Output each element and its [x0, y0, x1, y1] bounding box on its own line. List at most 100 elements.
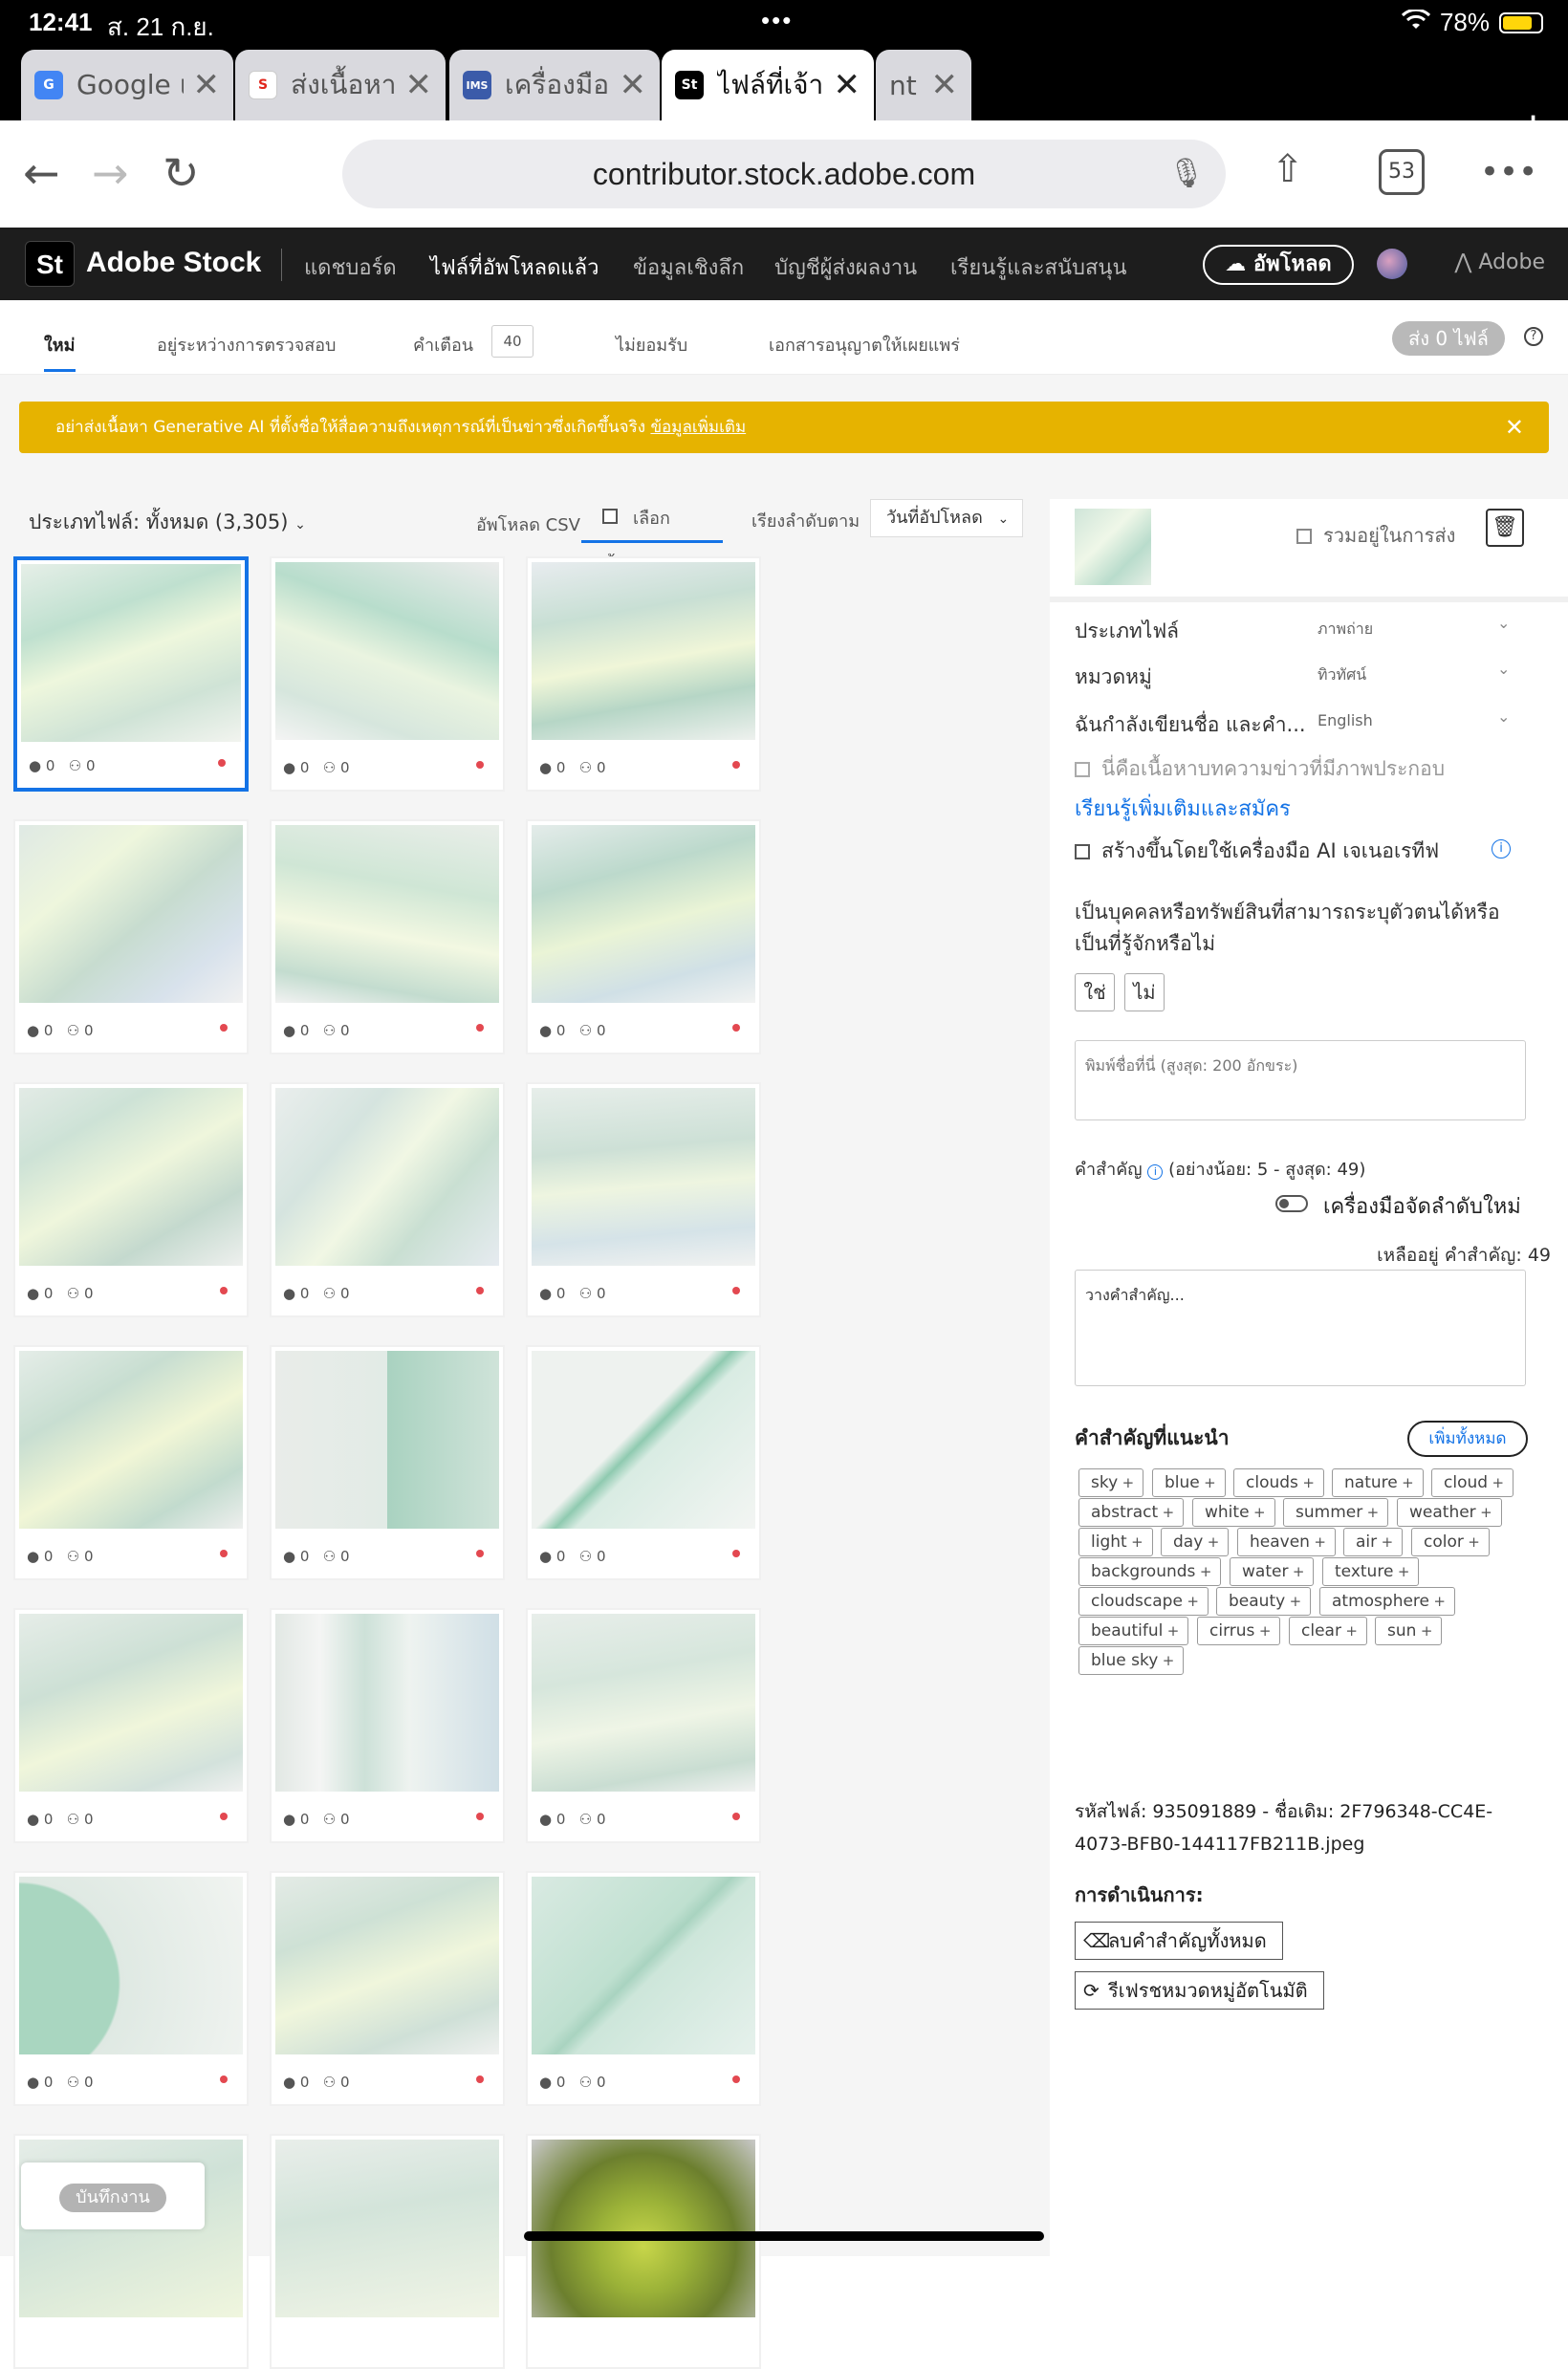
new-tool-toggle[interactable] [1275, 1195, 1308, 1212]
editorial-checkbox[interactable]: นี่คือเนื้อหาบทความข่าวที่มีภาพประกอบ [1075, 753, 1445, 785]
browser-tab-keyword-tool[interactable]: IMS เครื่องมือคีย์เวิร์ด ✕ [449, 50, 660, 120]
keyword-chip[interactable]: light [1078, 1528, 1153, 1556]
file-thumbnail[interactable]: ● 0 ⚇ 0 [13, 1608, 249, 1843]
file-thumbnail[interactable]: ● 0 ⚇ 0 [270, 1871, 505, 2106]
multitask-dots-icon[interactable]: ••• [761, 6, 793, 35]
close-tab-icon[interactable]: ✕ [620, 66, 647, 104]
keyword-chip[interactable]: sun [1375, 1617, 1443, 1645]
close-tab-icon[interactable]: ✕ [405, 66, 433, 104]
keyword-chip[interactable]: cloud [1431, 1468, 1514, 1497]
help-icon[interactable]: ? [1524, 327, 1543, 346]
address-bar[interactable]: contributor.stock.adobe.com 🎙 [342, 140, 1226, 208]
keyword-chip[interactable]: backgrounds [1078, 1557, 1222, 1586]
nav-dashboard[interactable]: แดชบอร์ด [304, 250, 397, 284]
ai-generated-checkbox[interactable]: สร้างขึ้นโดยใช้เครื่องมือ AI เจเนอเรทีฟ [1075, 836, 1439, 867]
tab-releases[interactable]: เอกสารอนุญาตให้เผยแพร่ [769, 331, 960, 359]
nav-contributor-account[interactable]: บัญชีผู้ส่งผลงาน [774, 250, 917, 284]
sort-select[interactable]: วันที่อัปโหลด ⌄ [870, 499, 1023, 537]
title-input[interactable]: พิมพ์ชื่อที่นี่ (สูงสุด: 200 อักขระ) [1075, 1040, 1526, 1120]
browser-tab-adobe-stock[interactable]: St ไฟล์ที่เจ้าของผลงาน ✕ [662, 50, 874, 120]
file-thumbnail[interactable]: ● 0 ⚇ 0 [13, 556, 249, 792]
save-work-button[interactable]: บันทึกงาน [59, 2184, 166, 2212]
more-options-icon[interactable]: ••• [1480, 153, 1537, 191]
select-all-checkbox[interactable] [602, 509, 618, 524]
keyword-chip[interactable]: texture [1322, 1557, 1420, 1586]
keyword-chip[interactable]: water [1230, 1557, 1315, 1586]
adobe-logo[interactable]: ⋀ Adobe [1454, 250, 1545, 274]
tab-warnings[interactable]: คำเตือน [413, 331, 473, 359]
file-thumbnail[interactable]: ● 0 ⚇ 0 [526, 1871, 761, 2106]
keyword-chip[interactable]: clouds [1233, 1468, 1324, 1497]
keyword-chip[interactable]: blue [1152, 1468, 1226, 1497]
keyword-chip[interactable]: cirrus [1197, 1617, 1281, 1645]
category-select[interactable]: ทิวทัศน์ [1318, 663, 1366, 687]
file-thumbnail[interactable]: ● 0 ⚇ 0 [526, 1608, 761, 1843]
file-type-filter[interactable]: ประเภทไฟล์: ทั้งหมด (3,305) ⌄ [29, 507, 306, 538]
forward-icon[interactable]: → [92, 147, 129, 199]
keyword-chip[interactable]: beauty [1216, 1587, 1312, 1616]
file-thumbnail[interactable]: ● 0 ⚇ 0 [526, 1345, 761, 1580]
keywords-input[interactable]: วางคำสำคัญ... [1075, 1270, 1526, 1386]
keyword-chip[interactable]: summer [1283, 1498, 1389, 1527]
keyword-chip[interactable]: nature [1332, 1468, 1424, 1497]
keyword-chip[interactable]: sky [1078, 1468, 1144, 1497]
refresh-category-button[interactable]: ⟳ รีเฟรชหมวดหมู่อัตโนมัติ [1075, 1971, 1324, 2010]
keyword-chip[interactable]: cloudscape [1078, 1587, 1209, 1616]
send-files-button[interactable]: ส่ง 0 ไฟล์ [1392, 321, 1505, 356]
keyword-chip[interactable]: clear [1289, 1617, 1367, 1645]
clear-keywords-button[interactable]: ⌫ ลบคำสำคัญทั้งหมด [1075, 1922, 1283, 1960]
banner-more-info-link[interactable]: ข้อมูลเพิ่มเติม [650, 418, 746, 437]
share-icon[interactable]: ⇧ [1272, 147, 1304, 191]
ai-generated-checkbox-box[interactable] [1075, 844, 1090, 859]
close-tab-icon[interactable]: ✕ [931, 66, 959, 104]
brand-name[interactable]: Adobe Stock [86, 247, 261, 279]
home-indicator[interactable] [524, 2231, 1044, 2241]
tab-rejected[interactable]: ไม่ยอมรับ [616, 331, 687, 359]
avatar[interactable] [1377, 249, 1407, 279]
yes-button[interactable]: ใช่ [1075, 973, 1115, 1011]
tab-count-button[interactable]: 53 [1379, 149, 1425, 195]
add-all-button[interactable]: เพิ่มทั้งหมด [1407, 1421, 1528, 1457]
chevron-down-icon[interactable]: ⌄ [1497, 660, 1510, 678]
info-icon[interactable]: i [1492, 839, 1511, 858]
nav-learn-support[interactable]: เรียนรู้และสนับสนุน [950, 250, 1127, 284]
info-icon[interactable]: i [1147, 1164, 1164, 1180]
file-thumbnail[interactable]: ● 0 ⚇ 0 [13, 819, 249, 1054]
file-thumbnail[interactable]: ● 0 ⚇ 0 [526, 1082, 761, 1317]
keyword-chip[interactable]: weather [1397, 1498, 1502, 1527]
keyword-chip[interactable]: white [1192, 1498, 1275, 1527]
microphone-icon[interactable]: 🎙 [1168, 140, 1205, 208]
file-thumbnail[interactable] [270, 2134, 505, 2369]
learn-more-link[interactable]: เรียนรู้เพิ่มเติมและสมัคร [1075, 792, 1291, 825]
file-thumbnail[interactable]: ● 0 ⚇ 0 [270, 1608, 505, 1843]
close-tab-icon[interactable]: ✕ [834, 66, 861, 104]
browser-tab-submit[interactable]: S ส่งเนื้อหา ✕ [235, 50, 446, 120]
keyword-chip[interactable]: atmosphere [1319, 1587, 1455, 1616]
keyword-chip[interactable]: blue sky [1078, 1646, 1185, 1675]
include-in-submission[interactable]: รวมอยู่ในการส่ง [1296, 520, 1455, 551]
keyword-chip[interactable]: heaven [1237, 1528, 1336, 1556]
chevron-down-icon[interactable]: ⌄ [1497, 614, 1510, 632]
keyword-chip[interactable]: abstract [1078, 1498, 1185, 1527]
browser-tab-other[interactable]: nt | T ✕ [876, 50, 971, 120]
file-thumbnail[interactable]: ● 0 ⚇ 0 [270, 556, 505, 792]
keyword-chip[interactable]: beautiful [1078, 1617, 1189, 1645]
tab-new[interactable]: ใหม่ [44, 331, 76, 372]
upload-csv-link[interactable]: อัพโหลด CSV [476, 511, 580, 538]
chevron-down-icon[interactable]: ⌄ [1497, 707, 1510, 726]
select-all-toggle[interactable]: เลือกทั้งหมด [581, 495, 723, 576]
close-icon[interactable]: ✕ [1505, 402, 1524, 453]
keyword-chip[interactable]: day [1161, 1528, 1230, 1556]
language-select[interactable]: English [1318, 711, 1373, 729]
no-button[interactable]: ไม่ [1124, 973, 1165, 1011]
back-icon[interactable]: ← [23, 147, 60, 199]
file-thumbnail[interactable]: ● 0 ⚇ 0 [270, 819, 505, 1054]
file-thumbnail[interactable]: ● 0 ⚇ 0 [526, 556, 761, 792]
keyword-chip[interactable]: color [1411, 1528, 1490, 1556]
editorial-checkbox-box[interactable] [1075, 762, 1090, 777]
file-thumbnail[interactable]: ● 0 ⚇ 0 [526, 819, 761, 1054]
file-thumbnail[interactable]: ● 0 ⚇ 0 [270, 1082, 505, 1317]
upload-button[interactable]: ☁ อัพโหลด [1203, 245, 1354, 285]
adobe-stock-logo[interactable]: St [25, 241, 75, 287]
browser-tab-google-translate[interactable]: G Google แปลภาษา ✕ [21, 50, 233, 120]
